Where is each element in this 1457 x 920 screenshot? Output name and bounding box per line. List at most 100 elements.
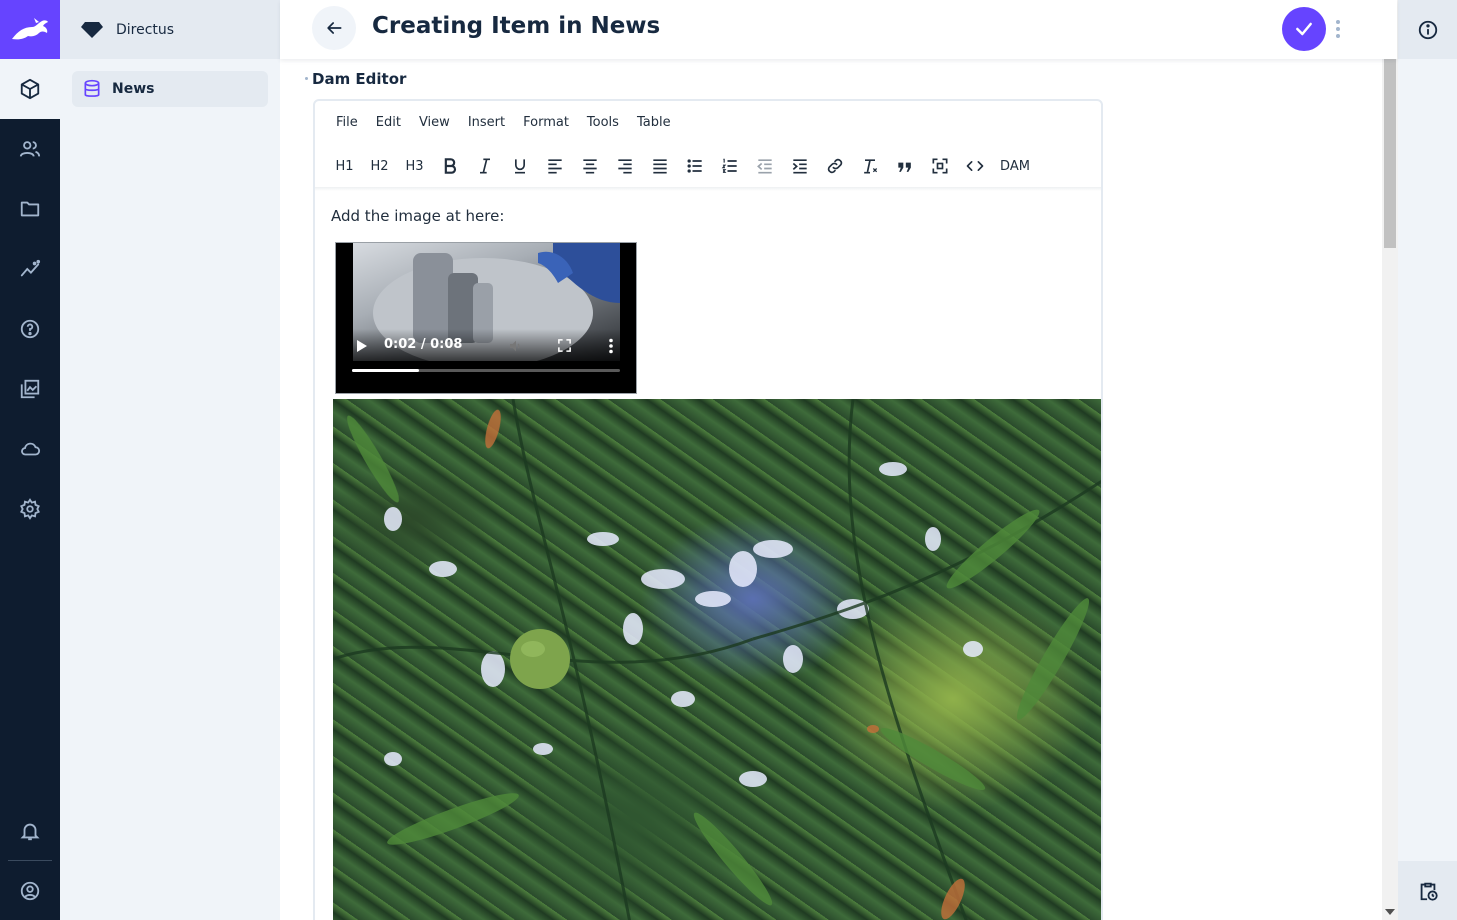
module-account[interactable] [0, 861, 60, 920]
numbered-list-button[interactable] [712, 151, 747, 181]
save-button[interactable] [1282, 7, 1326, 51]
play-icon[interactable] [356, 339, 368, 353]
module-files[interactable] [0, 179, 60, 239]
toolbar-divider [315, 187, 1101, 191]
clipboard-clock-icon [1420, 882, 1438, 901]
module-cloud[interactable] [0, 419, 60, 479]
module-dam[interactable] [0, 359, 60, 419]
project-header[interactable]: Directus [60, 0, 280, 59]
underline-icon [514, 159, 525, 174]
embedded-image[interactable] [332, 398, 1101, 920]
embedded-video[interactable]: 0:02 / 0:08 [335, 242, 637, 394]
cloud-icon [21, 442, 41, 456]
revisions-button[interactable] [1398, 861, 1457, 920]
video-progress-bar[interactable] [352, 369, 620, 372]
module-bar [0, 0, 60, 920]
module-content[interactable] [0, 59, 60, 119]
menu-edit[interactable]: Edit [367, 115, 410, 130]
menu-format[interactable]: Format [514, 115, 578, 130]
fullscreen-icon [932, 158, 947, 174]
directus-logo[interactable] [0, 0, 60, 59]
editor-paragraph: Add the image at here: [331, 207, 505, 225]
editor-toolbar: H1 H2 H3 DAM [327, 151, 1038, 181]
photo-library-icon [20, 379, 40, 399]
module-help[interactable] [0, 299, 60, 359]
clear-format-icon [863, 159, 877, 174]
module-users[interactable] [0, 119, 60, 179]
heading3-button[interactable]: H3 [397, 151, 432, 181]
gear-icon [20, 498, 40, 520]
foliage-photo [332, 398, 1101, 920]
source-code-button[interactable] [957, 151, 992, 181]
required-indicator [305, 77, 308, 80]
arrow-back-icon [327, 22, 342, 34]
align-justify-icon [652, 159, 667, 174]
clear-format-button[interactable] [852, 151, 887, 181]
indent-button[interactable] [782, 151, 817, 181]
menu-tools[interactable]: Tools [578, 115, 628, 130]
fullscreen-button[interactable] [922, 151, 957, 181]
menu-insert[interactable]: Insert [459, 115, 514, 130]
scroll-thumb[interactable] [1384, 58, 1396, 248]
underline-button[interactable] [502, 151, 537, 181]
nav-item-news[interactable]: News [72, 71, 268, 107]
menu-view[interactable]: View [410, 115, 459, 130]
heading1-button[interactable]: H1 [327, 151, 362, 181]
heading2-button[interactable]: H2 [362, 151, 397, 181]
numbered-list-icon [721, 158, 737, 173]
users-icon [19, 141, 41, 157]
more-dot [1336, 34, 1340, 38]
outdent-icon [756, 159, 772, 174]
module-notifications[interactable] [0, 801, 60, 861]
check-icon [1296, 22, 1312, 36]
video-fullscreen-icon[interactable] [557, 338, 572, 353]
italic-button[interactable] [467, 151, 502, 181]
info-icon [1418, 20, 1437, 39]
align-center-icon [582, 159, 597, 174]
header-bar: Creating Item in News [280, 0, 1397, 59]
more-dot [1336, 20, 1340, 24]
cube-icon [20, 78, 40, 100]
italic-icon [479, 158, 490, 174]
align-left-button[interactable] [537, 151, 572, 181]
video-controls [336, 329, 636, 393]
more-options-button[interactable] [1330, 16, 1346, 42]
blockquote-button[interactable] [887, 151, 922, 181]
module-insights[interactable] [0, 239, 60, 299]
align-left-icon [547, 159, 562, 174]
scroll-down-arrow[interactable] [1385, 909, 1395, 915]
module-settings[interactable] [0, 479, 60, 539]
video-more-icon[interactable] [608, 338, 614, 354]
video-progress-fill [352, 369, 419, 372]
outdent-button[interactable] [747, 151, 782, 181]
align-justify-button[interactable] [642, 151, 677, 181]
back-button[interactable] [312, 6, 356, 50]
insights-icon [20, 259, 41, 277]
link-icon [827, 158, 842, 174]
nav-item-label: News [112, 81, 155, 97]
link-button[interactable] [817, 151, 852, 181]
bold-button[interactable] [432, 151, 467, 181]
project-name: Directus [116, 21, 175, 38]
video-time: 0:02 / 0:08 [384, 337, 463, 352]
menu-file[interactable]: File [327, 115, 367, 130]
wysiwyg-editor[interactable]: File Edit View Insert Format Tools Table… [313, 99, 1103, 920]
bullet-list-button[interactable] [677, 151, 712, 181]
code-icon [966, 161, 983, 171]
align-center-button[interactable] [572, 151, 607, 181]
more-dot [1336, 27, 1340, 31]
bold-icon [444, 158, 456, 174]
page-scrollbar[interactable] [1382, 0, 1398, 920]
menu-table[interactable]: Table [628, 115, 680, 130]
right-sidebar [1398, 0, 1457, 920]
align-right-button[interactable] [607, 151, 642, 181]
volume-icon[interactable] [508, 338, 524, 354]
navigation-panel: Directus News [60, 0, 280, 920]
app: Directus News Creating Item in News Dam … [0, 0, 1457, 920]
database-icon [84, 79, 100, 97]
bell-icon [20, 823, 40, 841]
page-title: Creating Item in News [372, 13, 661, 39]
info-button[interactable] [1398, 0, 1457, 59]
dam-button[interactable]: DAM [992, 151, 1038, 181]
editor-menubar: File Edit View Insert Format Tools Table [327, 115, 680, 130]
